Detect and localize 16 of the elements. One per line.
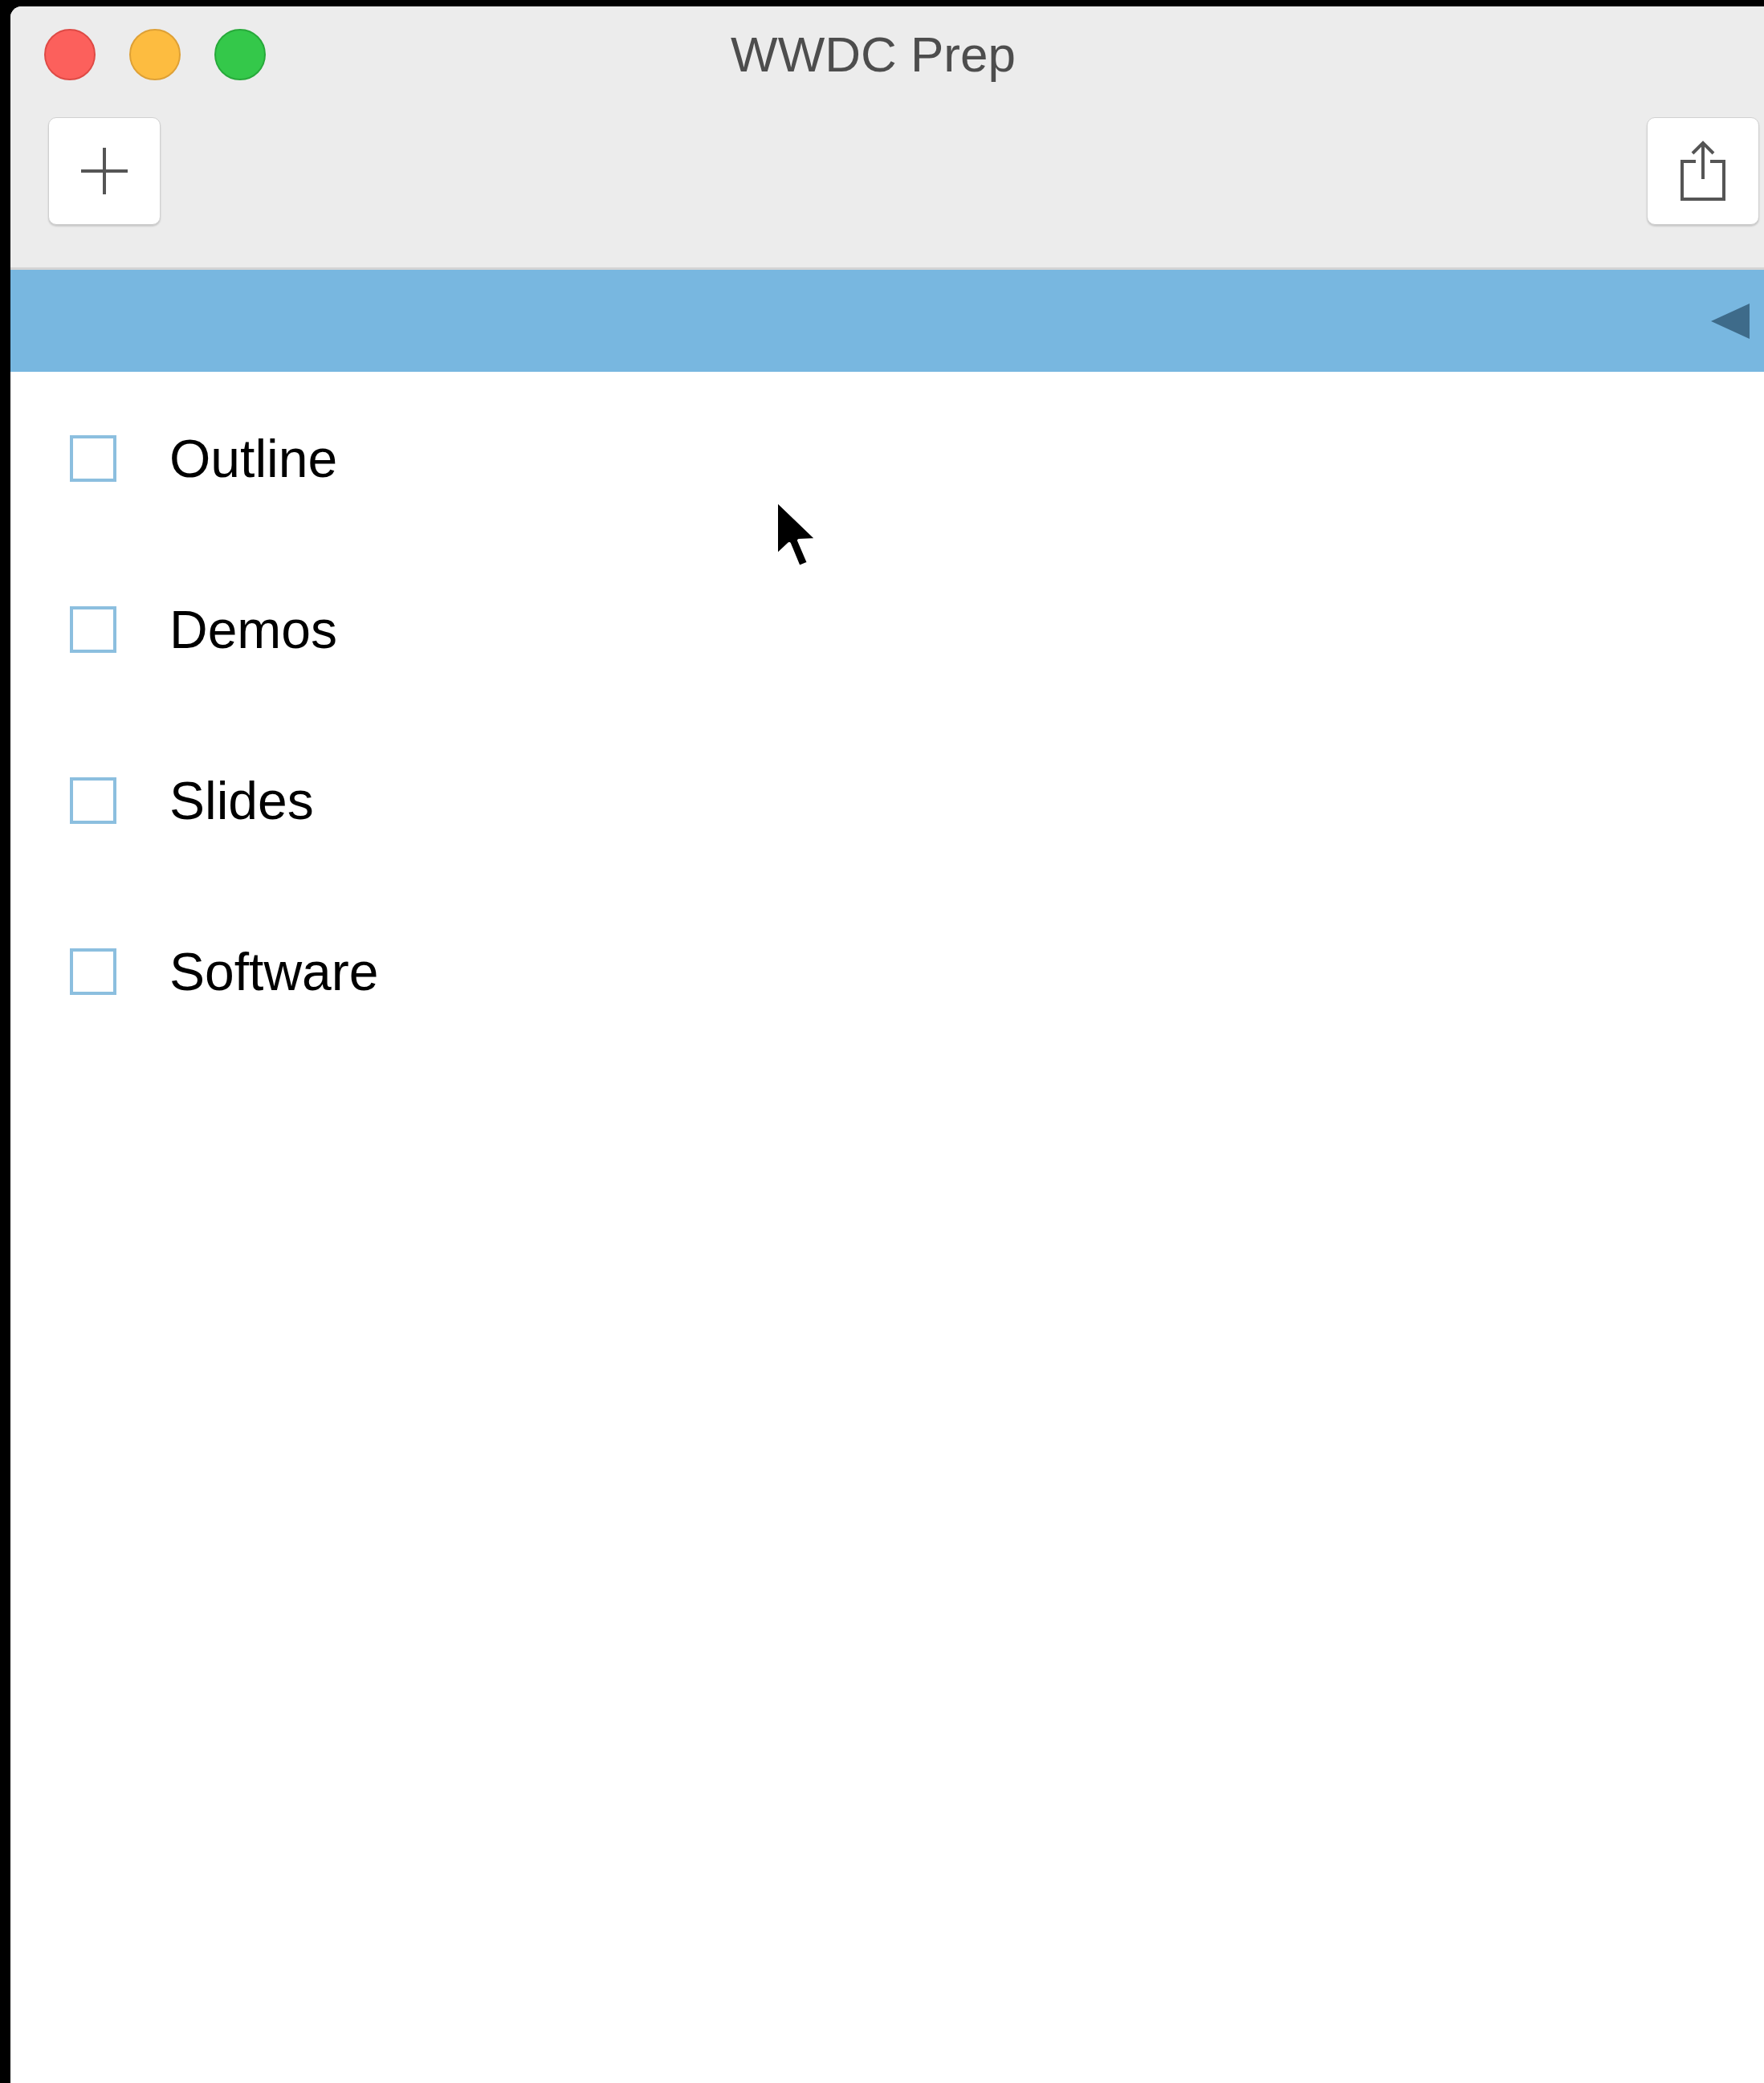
- checkbox[interactable]: [70, 606, 116, 653]
- zoom-button[interactable]: [214, 29, 266, 80]
- share-icon: [1680, 141, 1726, 202]
- item-label: Software: [169, 945, 379, 998]
- checkbox[interactable]: [70, 948, 116, 995]
- item-label: Slides: [169, 774, 314, 827]
- plus-icon: [79, 146, 129, 196]
- collapse-triangle-icon[interactable]: [1711, 303, 1750, 339]
- add-button[interactable]: [48, 117, 161, 225]
- close-button[interactable]: [44, 29, 96, 80]
- item-label: Demos: [169, 603, 338, 656]
- item-label: Outline: [169, 432, 338, 485]
- checkbox[interactable]: [70, 777, 116, 824]
- checkbox[interactable]: [70, 435, 116, 482]
- minimize-button[interactable]: [129, 29, 181, 80]
- share-button[interactable]: [1647, 117, 1759, 225]
